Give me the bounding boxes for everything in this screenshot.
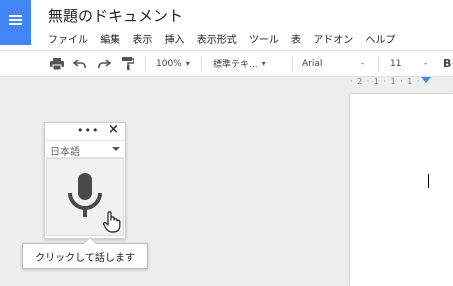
- toolbar-divider: [378, 56, 379, 71]
- menu-format[interactable]: 表示形式: [197, 31, 237, 46]
- toolbar-divider: [201, 56, 202, 71]
- close-icon[interactable]: ×: [108, 122, 119, 137]
- app-header: 無題のドキュメント ファイル 編集 表示 挿入 表示形式 ツール 表 アドオン …: [0, 0, 453, 50]
- redo-icon[interactable]: [97, 51, 111, 76]
- toolbar-divider: [292, 56, 293, 71]
- zoom-select[interactable]: 100% ▾: [156, 51, 190, 76]
- docs-home-icon[interactable]: [0, 0, 31, 45]
- menu-table[interactable]: 表: [291, 31, 301, 46]
- bold-label: B: [443, 57, 452, 70]
- ruler-scale: · 2 · 1 · 1 · 1 ·: [350, 77, 421, 86]
- font-size-caret[interactable]: -: [424, 51, 427, 76]
- menu-bar: ファイル 編集 表示 挿入 表示形式 ツール 表 アドオン ヘルプ: [48, 31, 405, 46]
- paint-format-icon[interactable]: [122, 51, 134, 76]
- microphone-button[interactable]: [46, 158, 124, 236]
- menu-view[interactable]: 表示: [132, 31, 152, 46]
- voice-typing-panel: ••• × 日本語: [44, 122, 126, 239]
- toolbar-divider: [145, 56, 146, 71]
- menu-tools[interactable]: ツール: [249, 31, 279, 46]
- font-value: Arial: [302, 58, 323, 69]
- language-select[interactable]: 日本語: [45, 140, 125, 158]
- print-icon[interactable]: [50, 51, 64, 76]
- toolbar-dash: -: [361, 58, 365, 69]
- microphone-icon: [68, 173, 102, 217]
- menu-help[interactable]: ヘルプ: [366, 31, 396, 46]
- menu-file[interactable]: ファイル: [48, 31, 88, 46]
- hand-pointer-icon: [103, 211, 121, 233]
- document-title[interactable]: 無題のドキュメント: [48, 5, 183, 26]
- chevron-down-icon: [112, 147, 120, 151]
- voice-typing-titlebar[interactable]: ••• ×: [45, 122, 125, 138]
- toolbar-dash: -: [424, 58, 428, 69]
- font-select-caret[interactable]: -: [361, 51, 364, 76]
- style-select[interactable]: 標準テキ... ▾: [213, 51, 266, 76]
- zoom-value: 100%: [156, 58, 182, 69]
- more-horizontal-icon[interactable]: •••: [77, 124, 99, 137]
- text-cursor: [428, 174, 429, 188]
- tooltip-text: クリックして話します: [35, 252, 135, 264]
- bold-button[interactable]: B: [443, 51, 451, 76]
- font-size-value: 11: [390, 58, 402, 69]
- menu-addons[interactable]: アドオン: [313, 31, 353, 46]
- toolbar: 100% ▾ 標準テキ... ▾ Arial - 11 - B: [0, 50, 453, 77]
- chevron-down-icon: ▾: [261, 59, 266, 68]
- language-value: 日本語: [50, 147, 80, 158]
- document-page[interactable]: [350, 94, 453, 286]
- font-select[interactable]: Arial: [302, 51, 322, 76]
- style-value: 標準テキ...: [213, 60, 258, 70]
- indent-marker-icon[interactable]: [421, 77, 431, 83]
- chevron-down-icon: ▾: [185, 59, 190, 68]
- ruler: · 2 · 1 · 1 · 1 ·: [0, 77, 453, 89]
- docs-app: 無題のドキュメント ファイル 編集 表示 挿入 表示形式 ツール 表 アドオン …: [0, 0, 453, 286]
- menu-insert[interactable]: 挿入: [165, 31, 185, 46]
- tooltip-arrow: [83, 237, 97, 244]
- font-size-select[interactable]: 11: [390, 51, 401, 76]
- undo-icon[interactable]: [73, 51, 87, 76]
- menu-edit[interactable]: 編集: [100, 31, 120, 46]
- tooltip: クリックして話します: [22, 237, 148, 269]
